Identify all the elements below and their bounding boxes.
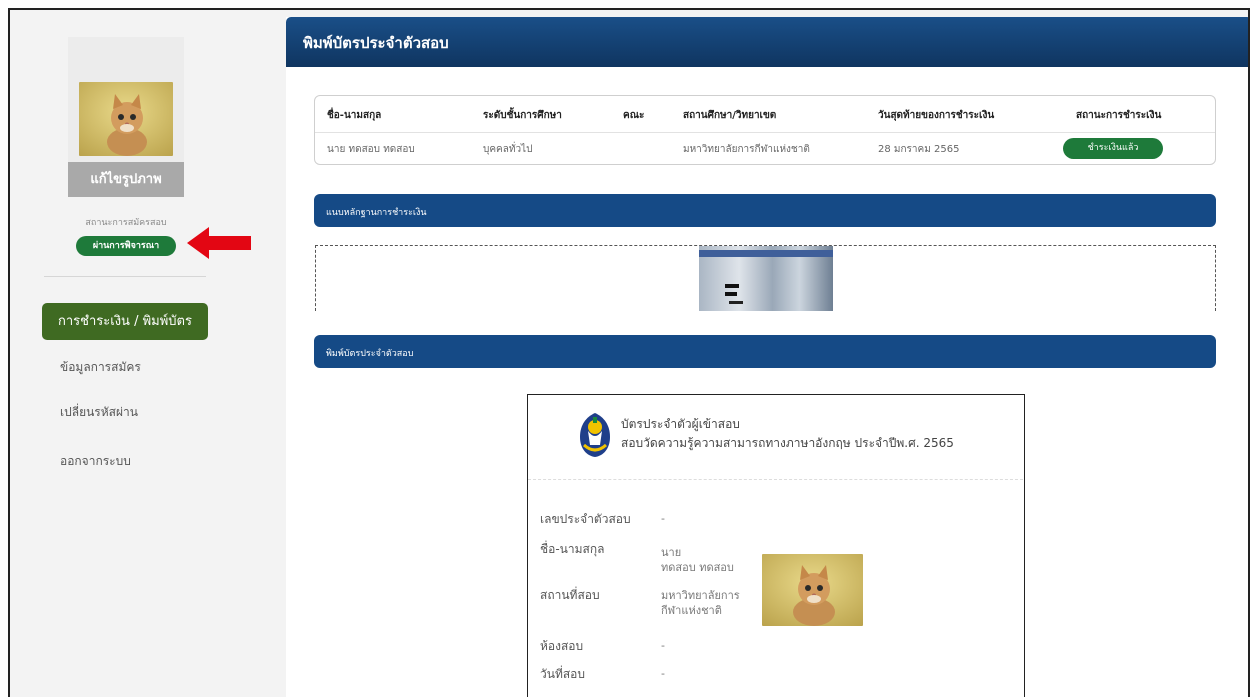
profile-photo: [79, 82, 173, 156]
cell-level: บุคคลทั่วไป: [483, 144, 533, 155]
card-label-exam-id: เลขประจำตัวสอบ: [540, 512, 631, 526]
print-section-header: พิมพ์บัตรประจำตัวสอบ: [314, 335, 1216, 368]
application-status-badge: ผ่านการพิจารณา: [76, 236, 176, 256]
card-value-room: -: [661, 639, 665, 652]
edit-photo-button[interactable]: แก้ไขรูปภาพ: [68, 162, 184, 197]
payment-status-badge[interactable]: ชำระเงินแล้ว: [1063, 138, 1163, 159]
col-header-school: สถานศึกษา/วิทยาเขต: [683, 110, 777, 121]
cell-deadline: 28 มกราคม 2565: [878, 144, 960, 155]
card-value-name: ทดสอบ ทดสอบ: [661, 561, 734, 574]
card-value-venue-line2: กีฬาแห่งชาติ: [661, 604, 722, 617]
col-header-deadline: วันสุดท้ายของการชำระเงิน: [878, 110, 995, 121]
cell-school: มหาวิทยาลัยการกีฬาแห่งชาติ: [683, 144, 810, 155]
university-emblem-icon: [580, 413, 610, 457]
col-header-level: ระดับชั้นการศึกษา: [483, 110, 562, 121]
card-value-exam-id: -: [661, 512, 665, 525]
col-header-faculty: คณะ: [623, 110, 645, 121]
card-subtitle: สอบวัดความรู้ความสามารถทางภาษาอังกฤษ ประ…: [621, 436, 954, 450]
card-label-name: ชื่อ-นามสกุล: [540, 542, 605, 556]
card-label-venue: สถานที่สอบ: [540, 588, 600, 602]
evidence-section-header: แนบหลักฐานการชำระเงิน: [314, 194, 1216, 227]
left-arrow-icon: [187, 227, 251, 259]
cell-name: นาย ทดสอบ ทดสอบ: [327, 144, 415, 155]
page-title: พิมพ์บัตรประจำตัวสอบ: [303, 34, 449, 52]
main-panel: พิมพ์บัตรประจำตัวสอบ ชื่อ-นามสกุล ระดับช…: [286, 17, 1248, 697]
sidebar-item-change-password[interactable]: เปลี่ยนรหัสผ่าน: [60, 403, 138, 422]
main-header: พิมพ์บัตรประจำตัวสอบ: [286, 17, 1248, 67]
profile-photo-box: แก้ไขรูปภาพ: [68, 37, 184, 197]
col-header-name: ชื่อ-นามสกุล: [327, 110, 382, 121]
card-value-exam-date: -: [661, 667, 665, 680]
card-label-room: ห้องสอบ: [540, 639, 584, 653]
sidebar-item-payment-print[interactable]: การชำระเงิน / พิมพ์บัตร: [42, 303, 208, 340]
table-divider: [315, 132, 1215, 133]
payment-info-table: ชื่อ-นามสกุล ระดับชั้นการศึกษา คณะ สถานศ…: [314, 95, 1216, 165]
print-section-title: พิมพ์บัตรประจำตัวสอบ: [326, 349, 414, 359]
card-divider: [528, 479, 1023, 480]
evidence-section-title: แนบหลักฐานการชำระเงิน: [326, 208, 427, 218]
sidebar-item-application-info[interactable]: ข้อมูลการสมัคร: [60, 358, 141, 377]
exam-id-card: บัตรประจำตัวผู้เข้าสอบ สอบวัดความรู้ความ…: [527, 394, 1025, 697]
card-photo: [762, 554, 863, 626]
card-label-exam-date: วันที่สอบ: [540, 667, 585, 681]
sidebar: แก้ไขรูปภาพ สถานะการสมัครสอบ ผ่านการพิจา…: [10, 10, 276, 697]
col-header-payment-status: สถานะการชำระเงิน: [1076, 110, 1162, 121]
payment-evidence-dropzone[interactable]: [315, 245, 1216, 311]
card-title: บัตรประจำตัวผู้เข้าสอบ: [621, 417, 740, 431]
payment-receipt-image[interactable]: [699, 246, 833, 311]
browser-frame: แก้ไขรูปภาพ สถานะการสมัครสอบ ผ่านการพิจา…: [8, 8, 1250, 697]
sidebar-item-logout[interactable]: ออกจากระบบ: [60, 452, 131, 471]
sidebar-divider: [44, 276, 206, 277]
